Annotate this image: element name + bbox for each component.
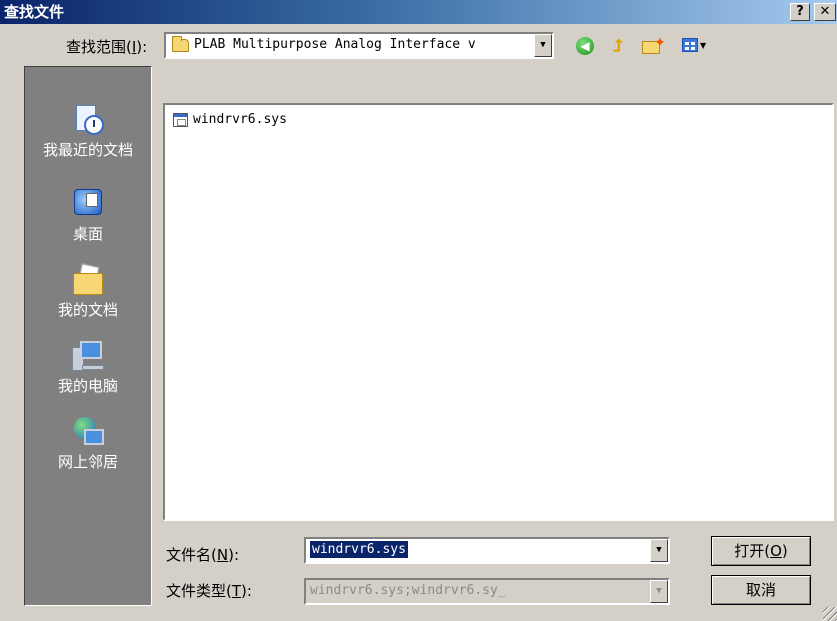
place-my-documents[interactable]: 我的文档 <box>25 263 151 320</box>
file-list[interactable]: windrvr6.sys <box>163 103 834 521</box>
place-recent-documents[interactable]: 我最近的文档 <box>25 103 151 160</box>
help-button[interactable]: ? <box>790 3 810 21</box>
filename-dropdown-arrow[interactable]: ▼ <box>650 539 668 562</box>
filename-value: windrvr6.sys <box>310 541 408 558</box>
place-label: 桌面 <box>72 225 103 243</box>
folder-icon <box>172 36 189 52</box>
file-item[interactable]: windrvr6.sys <box>173 111 287 129</box>
places-bar: 我最近的文档 桌面 我的文档 我的电脑 网上邻居 <box>24 66 152 606</box>
recent-documents-icon <box>70 103 106 137</box>
filename-label: 文件名(N): <box>166 546 239 564</box>
system-file-icon <box>173 113 188 127</box>
place-label: 我的电脑 <box>57 377 118 395</box>
filetype-label: 文件类型(T): <box>166 582 252 600</box>
place-label: 我的文档 <box>57 301 118 319</box>
up-folder-icon[interactable]: ⮥ <box>606 34 630 58</box>
views-menu-icon[interactable]: ▼ <box>680 34 706 58</box>
cancel-button[interactable]: 取消 <box>711 575 811 605</box>
place-label: 我最近的文档 <box>42 141 133 159</box>
place-label: 网上邻居 <box>57 453 118 471</box>
new-folder-icon[interactable]: ✦ <box>640 34 666 58</box>
place-desktop[interactable]: 桌面 <box>25 187 151 244</box>
close-button[interactable]: ✕ <box>814 3 836 21</box>
lookin-label: 查找范围(I): <box>66 38 148 56</box>
lookin-dropdown-arrow[interactable]: ▼ <box>534 34 552 57</box>
my-documents-icon <box>70 263 106 297</box>
filetype-dropdown-arrow: ▼ <box>650 580 668 603</box>
place-network-places[interactable]: 网上邻居 <box>25 415 151 472</box>
dialog-title: 查找文件 <box>4 3 65 21</box>
filetype-value: windrvr6.sys;windrvr6.sy_ <box>310 583 506 598</box>
desktop-icon <box>70 187 106 221</box>
file-name: windrvr6.sys <box>193 112 287 127</box>
network-places-icon <box>70 415 106 449</box>
title-bar: 查找文件 <box>0 0 837 24</box>
lookin-value: PLAB Multipurpose Analog Interface v <box>194 37 476 52</box>
open-button[interactable]: 打开(O) <box>711 536 811 566</box>
my-computer-icon <box>70 339 106 373</box>
place-my-computer[interactable]: 我的电脑 <box>25 339 151 396</box>
filename-input[interactable]: windrvr6.sys ▼ <box>304 537 670 564</box>
resize-grip[interactable] <box>823 607 837 621</box>
lookin-dropdown[interactable]: PLAB Multipurpose Analog Interface v ▼ <box>164 32 554 59</box>
filetype-dropdown: windrvr6.sys;windrvr6.sy_ ▼ <box>304 578 670 605</box>
back-icon[interactable]: ◀ <box>572 34 596 58</box>
